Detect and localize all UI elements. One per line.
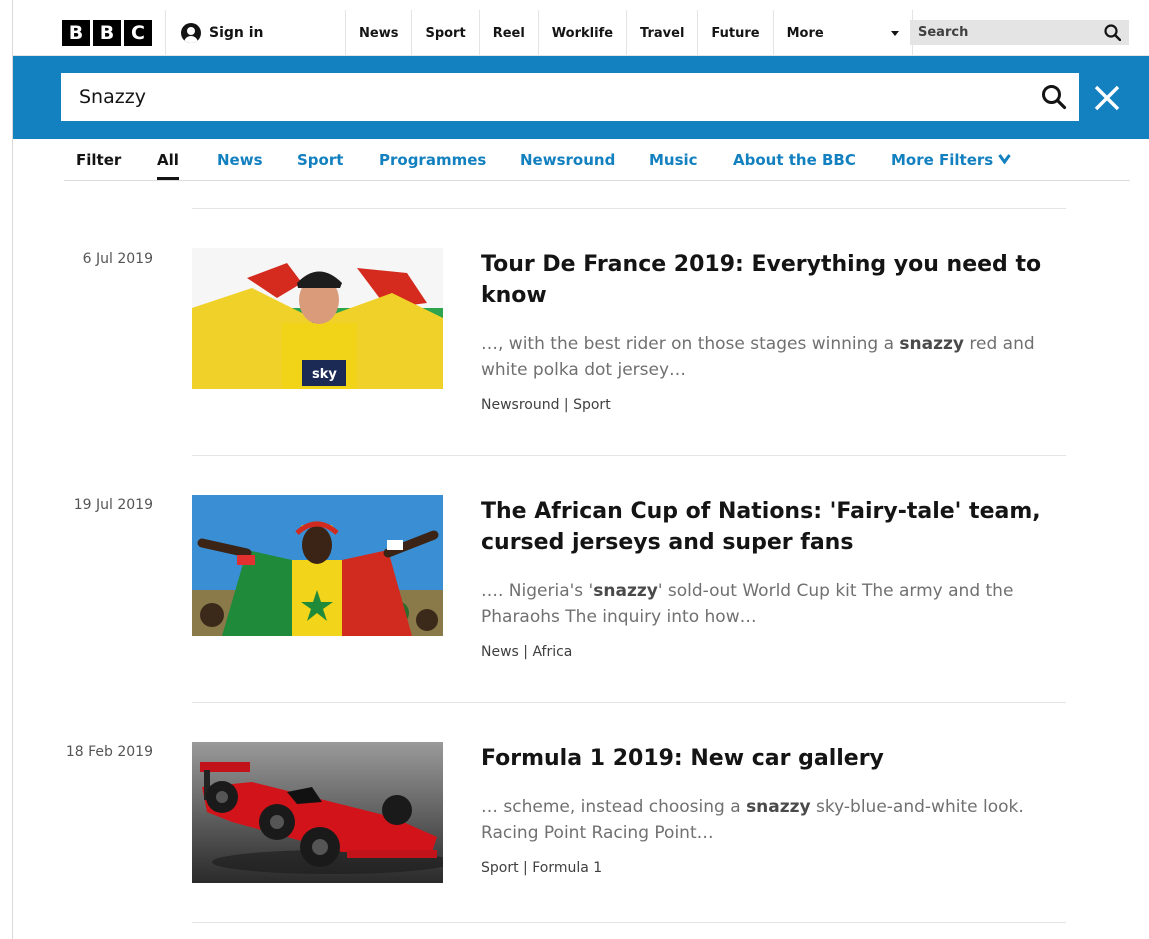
snippet-text: …. Nigeria's '	[481, 581, 594, 601]
tab-about-the-bbc[interactable]: About the BBC	[733, 151, 856, 169]
divider	[192, 702, 1066, 703]
nav-travel[interactable]: Travel	[626, 10, 697, 56]
divider	[192, 922, 1066, 923]
sign-in-label: Sign in	[209, 25, 264, 41]
result-snippet: …. Nigeria's 'snazzy' sold-out World Cup…	[481, 578, 1071, 630]
search-query: Snazzy	[79, 86, 146, 108]
logo-letter: B	[62, 20, 90, 46]
tab-music[interactable]: Music	[649, 151, 698, 169]
nav-reel[interactable]: Reel	[478, 10, 538, 56]
result-thumbnail[interactable]	[192, 742, 443, 883]
result-title-link[interactable]: The African Cup of Nations: 'Fairy-tale'…	[481, 496, 1061, 558]
snippet-highlight: snazzy	[593, 581, 658, 601]
chevron-down-icon	[998, 154, 1011, 164]
nav-sport[interactable]: Sport	[411, 10, 478, 56]
svg-text:sky: sky	[312, 367, 337, 382]
nav-more-dropdown[interactable]: More	[772, 10, 913, 56]
divider	[192, 208, 1066, 209]
snippet-text: …, with the best rider on those stages w…	[481, 334, 900, 354]
search-submit-icon[interactable]	[1041, 84, 1067, 110]
result-thumbnail[interactable]: sky	[192, 248, 443, 389]
tab-more-filters[interactable]: More Filters	[891, 151, 1011, 169]
search-panel: Snazzy	[13, 56, 1149, 139]
tab-news[interactable]: News	[217, 151, 263, 169]
header-search-placeholder: Search	[918, 25, 969, 40]
result-title-link[interactable]: Tour De France 2019: Everything you need…	[481, 249, 1061, 311]
result-tags: News | Africa	[481, 644, 573, 660]
filter-bar: Filter All News Sport Programmes Newsrou…	[64, 139, 1130, 181]
result-snippet: …, with the best rider on those stages w…	[481, 331, 1071, 383]
search-input[interactable]: Snazzy	[61, 73, 1079, 121]
snippet-highlight: snazzy	[899, 334, 964, 354]
window-frame-top	[0, 0, 1149, 10]
nav-news[interactable]: News	[345, 10, 411, 56]
snippet-highlight: snazzy	[746, 797, 811, 817]
tab-newsround[interactable]: Newsround	[520, 151, 615, 169]
divider	[192, 455, 1066, 456]
result-tags: Sport | Formula 1	[481, 860, 603, 876]
sign-in-link[interactable]: Sign in	[165, 10, 345, 56]
user-icon	[181, 23, 201, 43]
window-frame-edge	[12, 0, 13, 939]
logo-letter: C	[124, 20, 152, 46]
nav-worklife[interactable]: Worklife	[537, 10, 626, 56]
window-frame-left	[0, 0, 12, 939]
caret-down-icon	[890, 30, 899, 36]
primary-nav: News Sport Reel Worklife Travel Future M…	[345, 10, 913, 56]
nav-more-label: More	[786, 25, 824, 41]
filter-label: Filter	[76, 151, 122, 169]
result-thumbnail[interactable]	[192, 495, 443, 636]
result-snippet: … scheme, instead choosing a snazzy sky-…	[481, 794, 1071, 846]
top-navigation-bar: B B C Sign in News Sport Reel Worklife T…	[13, 10, 1149, 56]
result-title-link[interactable]: Formula 1 2019: New car gallery	[481, 743, 1061, 774]
search-icon[interactable]	[1104, 24, 1121, 41]
result-date: 19 Jul 2019	[73, 497, 153, 513]
more-filters-label: More Filters	[891, 151, 994, 169]
result-tags: Newsround | Sport	[481, 397, 611, 413]
close-search-icon[interactable]	[1087, 78, 1127, 118]
tab-programmes[interactable]: Programmes	[379, 151, 486, 169]
tab-sport[interactable]: Sport	[297, 151, 343, 169]
result-date: 18 Feb 2019	[65, 744, 153, 760]
bbc-logo[interactable]: B B C	[62, 20, 152, 46]
header-search-box[interactable]: Search	[910, 20, 1129, 45]
tab-all[interactable]: All	[157, 151, 179, 180]
snippet-text: … scheme, instead choosing a	[481, 797, 747, 817]
nav-future[interactable]: Future	[697, 10, 772, 56]
logo-letter: B	[93, 20, 121, 46]
result-date: 6 Jul 2019	[82, 251, 153, 267]
